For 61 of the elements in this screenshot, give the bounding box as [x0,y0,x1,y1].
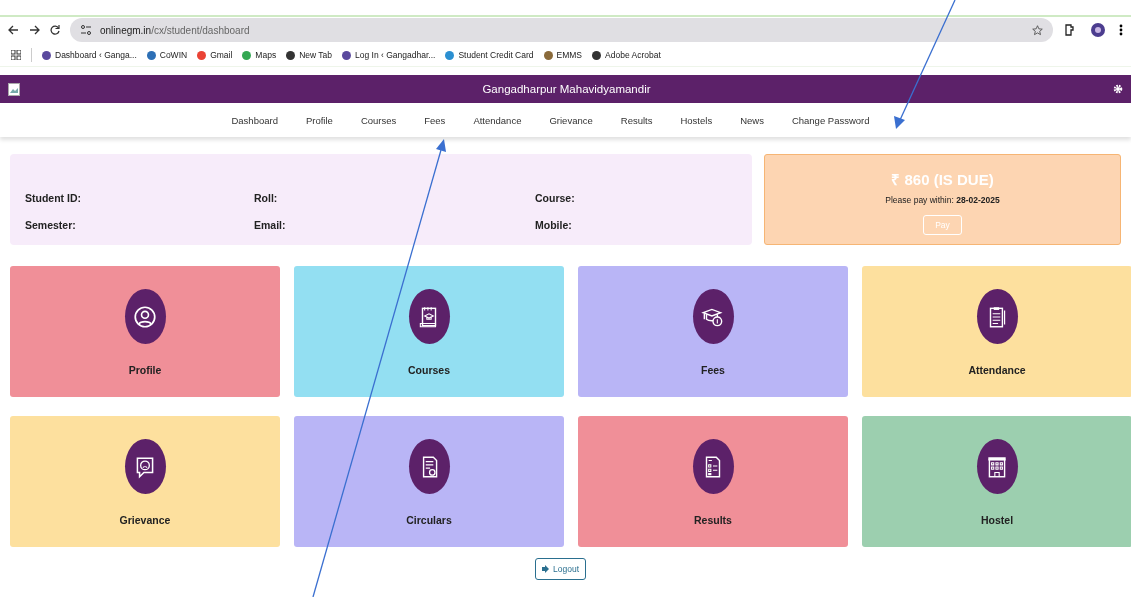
nav-link[interactable]: Attendance [473,114,522,126]
bookmark[interactable]: New Tab [286,50,333,60]
star-icon[interactable] [1032,24,1043,36]
bookmark[interactable]: CoWIN [146,50,188,60]
bookmark-favicon-icon [146,50,156,60]
field-label: Mobile: [535,219,573,231]
nav-link[interactable]: News [740,114,764,126]
bookmark-favicon-icon [543,50,553,60]
url-text: onlinegm.in/cx/student/dashboard [100,24,250,36]
bookmark[interactable]: Dashboard ‹ Ganga... [42,50,137,60]
dashboard-tile[interactable]: Profile [10,266,280,397]
dashboard-tile[interactable]: Fees [578,266,848,397]
apps-grid-icon[interactable] [11,50,21,60]
reload-icon[interactable] [50,25,60,35]
address-bar[interactable]: onlinegm.in/cx/student/dashboard [70,18,1053,42]
bookmark-favicon-icon [445,50,455,60]
nav-link[interactable]: Change Password [791,114,870,126]
bookmark[interactable]: EMMS [543,50,583,60]
nav-link[interactable]: Hostels [680,114,713,126]
dashboard-tile[interactable]: Courses [294,266,564,397]
dashboard-tile[interactable]: Grievance [10,416,280,547]
due-amount: ₹ 860 (IS DUE) [891,170,994,189]
bookmark[interactable]: Adobe Acrobat [592,50,661,60]
bookmark[interactable]: Gmail [197,50,233,60]
bookmark[interactable]: Maps [242,50,277,60]
field-label: Semester: [25,219,77,231]
nav-link[interactable]: Dashboard [231,114,278,126]
payment-deadline: Please pay within: 28-02-2025 [885,195,1000,205]
tile-icon [132,303,158,330]
bookmark-favicon-icon [342,50,352,60]
profile-avatar-icon[interactable] [1091,23,1105,37]
field-label: Email: [254,219,287,231]
broken-image-icon [8,82,20,96]
bookmark-favicon-icon [286,50,296,60]
bookmark[interactable]: Student Credit Card [445,50,534,60]
logout-icon [542,565,550,573]
dashboard-tile[interactable]: Attendance [862,266,1131,397]
nav-link[interactable]: Results [620,114,653,126]
bookmark-favicon-icon [42,50,51,60]
back-icon[interactable] [8,25,19,35]
college-name: Gangadharpur Mahavidyamandir [481,83,652,95]
field-label: Student ID: [25,192,82,204]
nav-link[interactable]: Fees [424,114,446,126]
field-label: Roll: [254,192,279,204]
dashboard-tile[interactable]: Circulars [294,416,564,547]
field-label: Course: [535,192,576,204]
nav-link[interactable]: Profile [305,114,333,126]
bookmark-favicon-icon [242,50,252,60]
nav-link[interactable]: Grievance [549,114,593,126]
nav-link[interactable]: Courses [360,114,397,126]
extensions-icon[interactable] [1063,23,1077,37]
bookmark-favicon-icon [197,50,207,60]
bookmark-favicon-icon [592,50,602,60]
forward-icon[interactable] [29,25,40,35]
settings-icon[interactable] [1113,84,1123,94]
dashboard-tile[interactable]: Results [578,416,848,547]
dashboard-tile[interactable]: Hostel [862,416,1131,547]
menu-icon[interactable] [1119,23,1123,37]
logout-button[interactable]: Logout [535,558,586,580]
site-settings-icon[interactable] [80,24,92,36]
bookmark[interactable]: Log In ‹ Gangadhar... [342,50,436,60]
